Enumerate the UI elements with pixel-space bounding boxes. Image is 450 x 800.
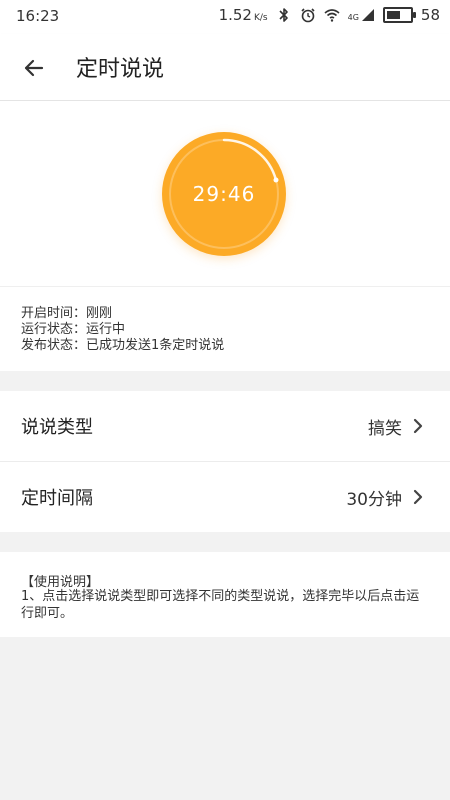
instruction-card: 【使用说明】 1、点击选择说说类型即可选择不同的类型说说，选择完毕以后点击运行即… xyxy=(0,552,450,637)
timer-section: 29:46 xyxy=(0,101,450,287)
setting-value: 搞笑 xyxy=(368,419,402,439)
status-info: 开启时间：刚刚 运行状态：运行中 发布状态：已成功发送1条定时说说 xyxy=(0,287,450,371)
status-icons: 1.52 K/s 4G 58 xyxy=(219,6,440,24)
setting-row-type[interactable]: 说说类型 搞笑 xyxy=(0,391,450,462)
setting-row-interval[interactable]: 定时间隔 30分钟 xyxy=(0,462,450,532)
start-time-text: 开启时间：刚刚 xyxy=(21,306,113,321)
bluetooth-icon xyxy=(279,8,288,22)
publish-status-text: 发布状态：已成功发送1条定时说说 xyxy=(21,338,225,353)
battery-percent: 58 xyxy=(420,6,440,24)
status-time: 16:23 xyxy=(16,7,60,25)
setting-label: 说说类型 xyxy=(21,417,93,438)
status-bar: 16:23 1.52 K/s 4G 58 xyxy=(0,0,450,34)
network-type: 4G xyxy=(347,13,359,22)
chevron-right-icon xyxy=(413,489,423,505)
setting-value: 30分钟 xyxy=(346,490,402,510)
back-button[interactable] xyxy=(20,54,48,82)
alarm-icon xyxy=(301,8,315,23)
setting-label: 定时间隔 xyxy=(21,488,93,509)
back-arrow-icon xyxy=(24,59,44,77)
wifi-icon xyxy=(324,9,340,22)
run-status-text: 运行状态：运行中 xyxy=(21,322,126,337)
timer-countdown: 29:46 xyxy=(192,182,256,206)
timer-circle[interactable]: 29:46 xyxy=(162,132,286,256)
chevron-right-icon xyxy=(413,418,423,434)
instruction-body: 1、点击选择说说类型即可选择不同的类型说说，选择完毕以后点击运行即可。 xyxy=(21,589,420,621)
network-speed: 1.52 K/s xyxy=(218,6,268,24)
signal-icon xyxy=(361,9,374,21)
signal-indicator: 4G xyxy=(348,8,375,22)
settings-card: 说说类型 搞笑 定时间隔 30分钟 xyxy=(0,391,450,532)
battery-icon xyxy=(382,7,416,23)
page-title: 定时说说 xyxy=(76,57,165,82)
app-bar: 定时说说 xyxy=(0,34,450,101)
